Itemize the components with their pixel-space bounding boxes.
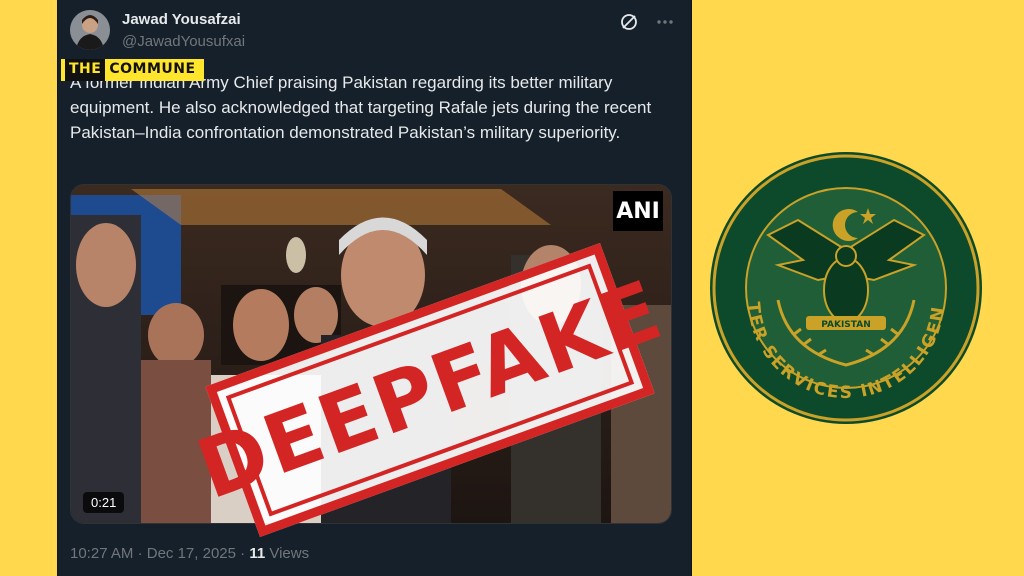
watermark-badge: THE COMMUNE [61,59,204,81]
author-handle[interactable]: @JawadYousufxai [122,33,245,50]
badge-the: THE [65,59,106,81]
video-duration: 0:21 [83,492,125,513]
more-icon[interactable] [655,12,675,32]
avatar[interactable] [70,10,110,50]
tweet-text: A former Indian Army Chief praising Paki… [70,73,652,142]
views-label: Views [269,545,310,562]
meta-separator: · [240,545,250,562]
badge-commune: COMMUNE [109,61,196,77]
tweet-time[interactable]: 10:27 AM [70,545,133,562]
isi-emblem: INTER SERVICES INTELLIGENCE PAKISTAN [708,150,982,424]
emblem-banner-text: PAKISTAN [821,320,870,330]
meta-separator: · [137,545,147,562]
tweet-date[interactable]: Dec 17, 2025 [147,545,236,562]
author-name[interactable]: Jawad Yousafzai [122,11,241,28]
grok-icon[interactable] [619,12,639,32]
ani-logo: ANI [613,191,663,231]
tweet-actions-top [619,12,675,32]
tweet-meta: 10:27 AM · Dec 17, 2025 · 11 Views [70,545,309,562]
views-count: 11 [249,545,266,562]
